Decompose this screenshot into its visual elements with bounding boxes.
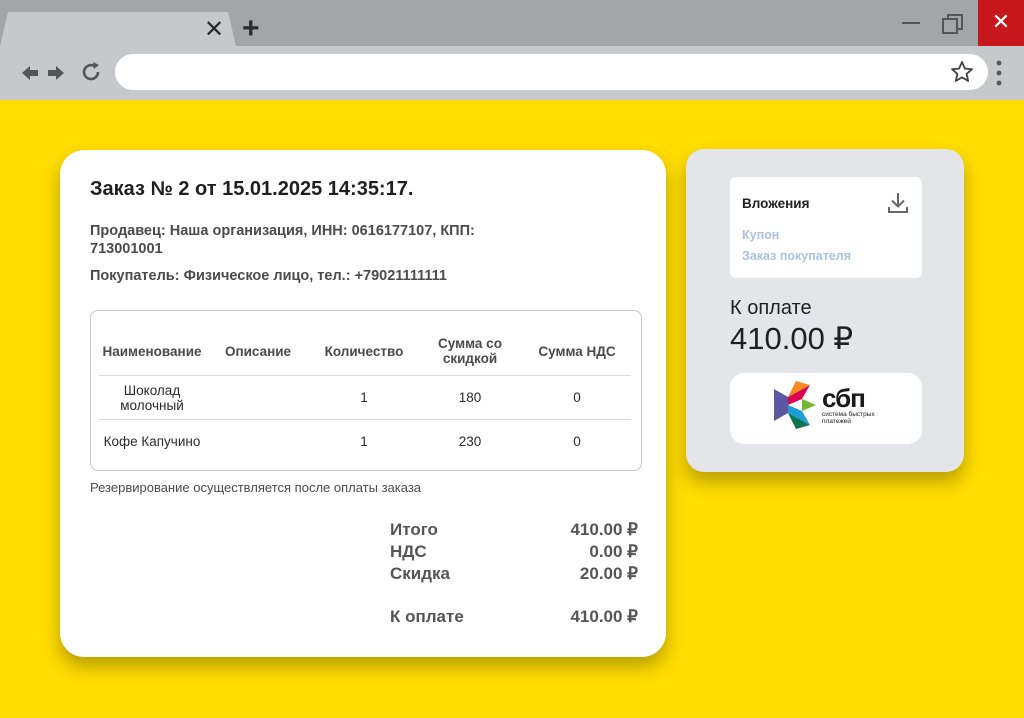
amount-due-value: 410.00 ₽: [730, 321, 854, 356]
discount-value: 20.00 ₽: [579, 564, 638, 583]
vat-value: 0.00 ₽: [589, 542, 638, 561]
item-vat-sum: 0: [573, 390, 581, 405]
item-quantity: 1: [360, 434, 368, 449]
seller-info: Продавец: Наша организация, ИНН: 0616177…: [90, 223, 475, 257]
browser-tab-bar: ✕ + ✕: [0, 0, 1024, 46]
table-row: Шоколад молочный 1 180 0: [99, 375, 631, 419]
item-name: Шоколад молочный: [120, 382, 184, 413]
column-header-name: Наименование: [102, 343, 202, 359]
attachment-link-coupon[interactable]: Купон: [742, 228, 779, 242]
order-title: Заказ № 2 от 15.01.2025 14:35:17.: [90, 178, 414, 200]
download-icon[interactable]: [887, 191, 909, 215]
bookmark-star-icon[interactable]: [950, 60, 974, 84]
column-header-quantity: Количество: [324, 343, 404, 359]
item-description: [205, 420, 311, 463]
item-quantity: 1: [360, 390, 368, 405]
item-discounted-sum: 230: [458, 434, 482, 449]
table-row: Кофе Капучино 1 230 0: [99, 419, 631, 463]
sbp-pay-button[interactable]: сбп система быстрых платежей: [730, 373, 922, 444]
total-label: Итого: [390, 520, 438, 539]
table-header-row: Наименование Описание Количество Сумма с…: [99, 327, 631, 375]
browser-tab[interactable]: [0, 12, 236, 46]
address-bar[interactable]: [115, 54, 988, 90]
discount-label: Скидка: [390, 564, 450, 583]
sbp-caption: система быстрых платежей: [822, 411, 875, 425]
amount-due-value: 410.00 ₽: [570, 607, 638, 626]
column-header-description: Описание: [224, 343, 292, 359]
attachment-link-customer-order[interactable]: Заказ покупателя: [742, 249, 851, 263]
restore-icon[interactable]: [940, 12, 966, 36]
browser-toolbar: [0, 46, 1024, 100]
reservation-note: Резервирование осуществляется после опла…: [90, 480, 422, 495]
menu-dots-icon[interactable]: [996, 60, 1002, 86]
reload-icon[interactable]: [79, 60, 103, 84]
total-value: 410.00 ₽: [570, 520, 638, 539]
minimize-icon[interactable]: [902, 22, 920, 24]
order-items-table: Наименование Описание Количество Сумма с…: [90, 310, 642, 471]
new-tab-icon[interactable]: +: [242, 14, 260, 44]
amount-due-label: К оплате: [730, 297, 812, 319]
tab-close-icon[interactable]: ✕: [204, 16, 224, 44]
item-discounted-sum: 180: [458, 390, 482, 405]
payment-panel: Вложения Купон Заказ покупателя К оплате…: [686, 149, 964, 472]
sbp-wordmark: сбп: [822, 383, 866, 413]
buyer-info: Покупатель: Физическое лицо, тел.: +7902…: [90, 268, 447, 284]
attachments-title: Вложения: [742, 196, 810, 211]
item-description: [205, 376, 311, 419]
column-header-vat-sum: Сумма НДС: [538, 343, 616, 359]
back-forward-icon[interactable]: [20, 64, 66, 82]
vat-label: НДС: [390, 542, 427, 561]
item-vat-sum: 0: [573, 434, 581, 449]
order-receipt-card: Заказ № 2 от 15.01.2025 14:35:17. Продав…: [60, 150, 666, 657]
column-header-discounted-sum: Сумма со скидкой: [438, 336, 502, 366]
amount-due-label: К оплате: [390, 607, 464, 626]
window-close-button[interactable]: ✕: [978, 0, 1024, 46]
item-name: Кофе Капучино: [103, 434, 201, 449]
attachments-box: Вложения Купон Заказ покупателя: [730, 177, 922, 278]
